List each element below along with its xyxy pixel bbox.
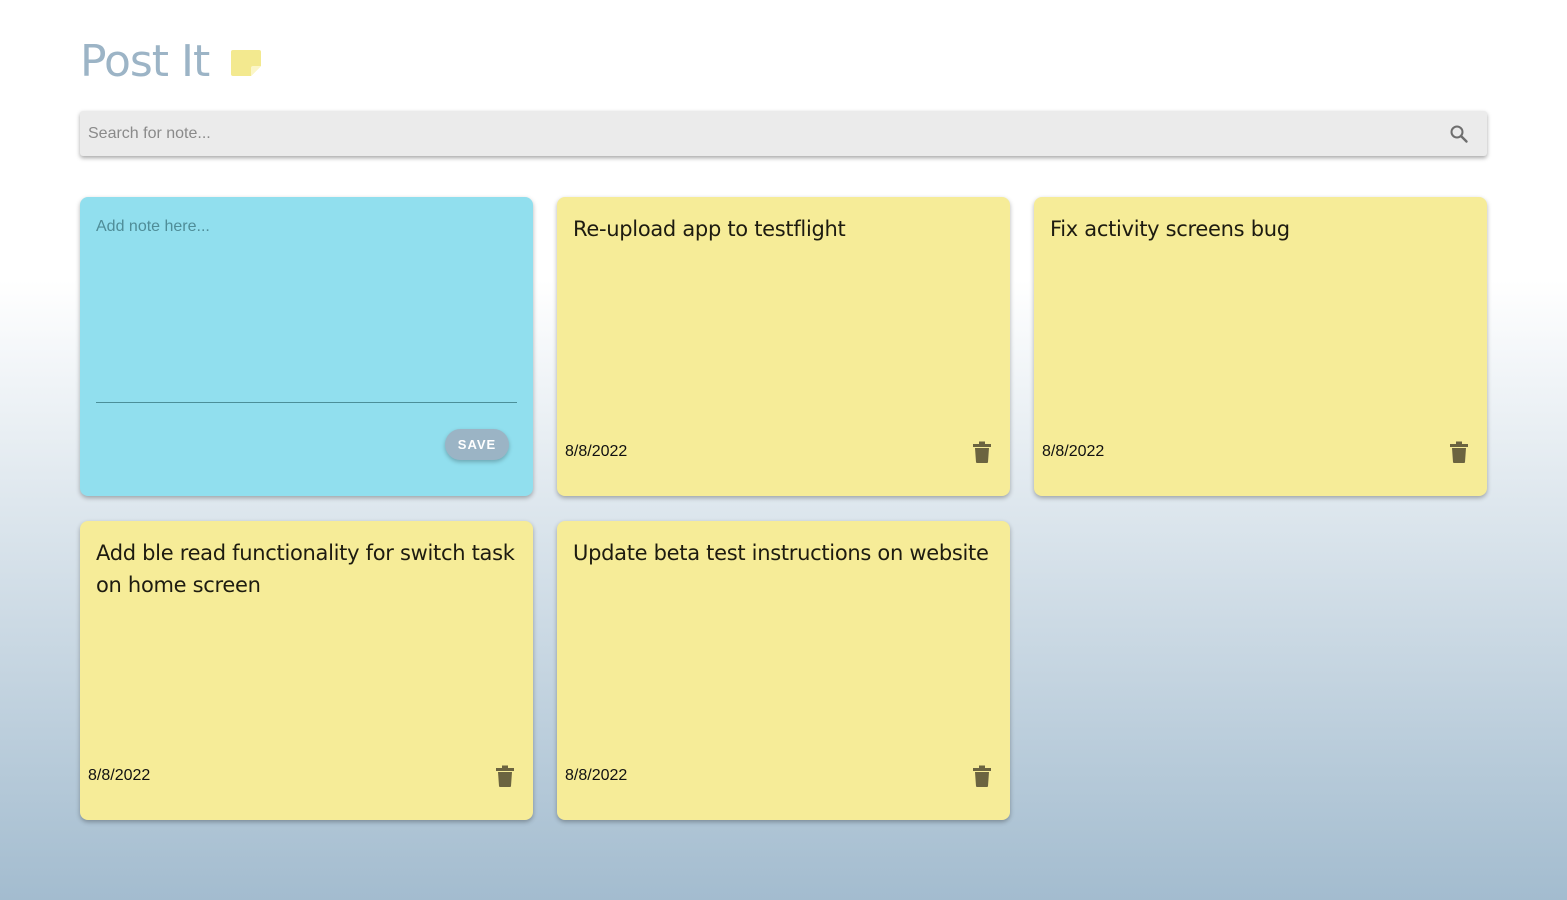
- note-date: 8/8/2022: [1042, 443, 1105, 460]
- notes-grid: SAVE Re-upload app to testflight 8/8/202…: [80, 197, 1487, 820]
- note-text: Re-upload app to testflight: [573, 217, 846, 241]
- note-text: Update beta test instructions on website: [573, 541, 989, 565]
- note-card: Add ble read functionality for switch ta…: [80, 521, 533, 820]
- app-title: Post It: [80, 36, 210, 87]
- note-card: Fix activity screens bug 8/8/2022: [1034, 197, 1487, 496]
- note-text: Fix activity screens bug: [1050, 217, 1290, 241]
- note-text: Add ble read functionality for switch ta…: [96, 541, 515, 597]
- save-button[interactable]: SAVE: [445, 429, 509, 460]
- sticky-note-icon: [231, 50, 262, 76]
- note-date: 8/8/2022: [565, 767, 628, 784]
- search-icon[interactable]: [1447, 122, 1471, 146]
- trash-icon[interactable]: [1449, 441, 1469, 463]
- trash-icon[interactable]: [495, 765, 515, 787]
- trash-icon[interactable]: [972, 765, 992, 787]
- note-date: 8/8/2022: [565, 443, 628, 460]
- trash-icon[interactable]: [972, 441, 992, 463]
- add-note-card: SAVE: [80, 197, 533, 496]
- search-bar: [80, 111, 1487, 156]
- add-note-input[interactable]: [96, 213, 517, 403]
- note-card: Update beta test instructions on website…: [557, 521, 1010, 820]
- header: Post It: [80, 34, 262, 90]
- search-input[interactable]: [80, 111, 1447, 156]
- note-date: 8/8/2022: [88, 767, 151, 784]
- note-card: Re-upload app to testflight 8/8/2022: [557, 197, 1010, 496]
